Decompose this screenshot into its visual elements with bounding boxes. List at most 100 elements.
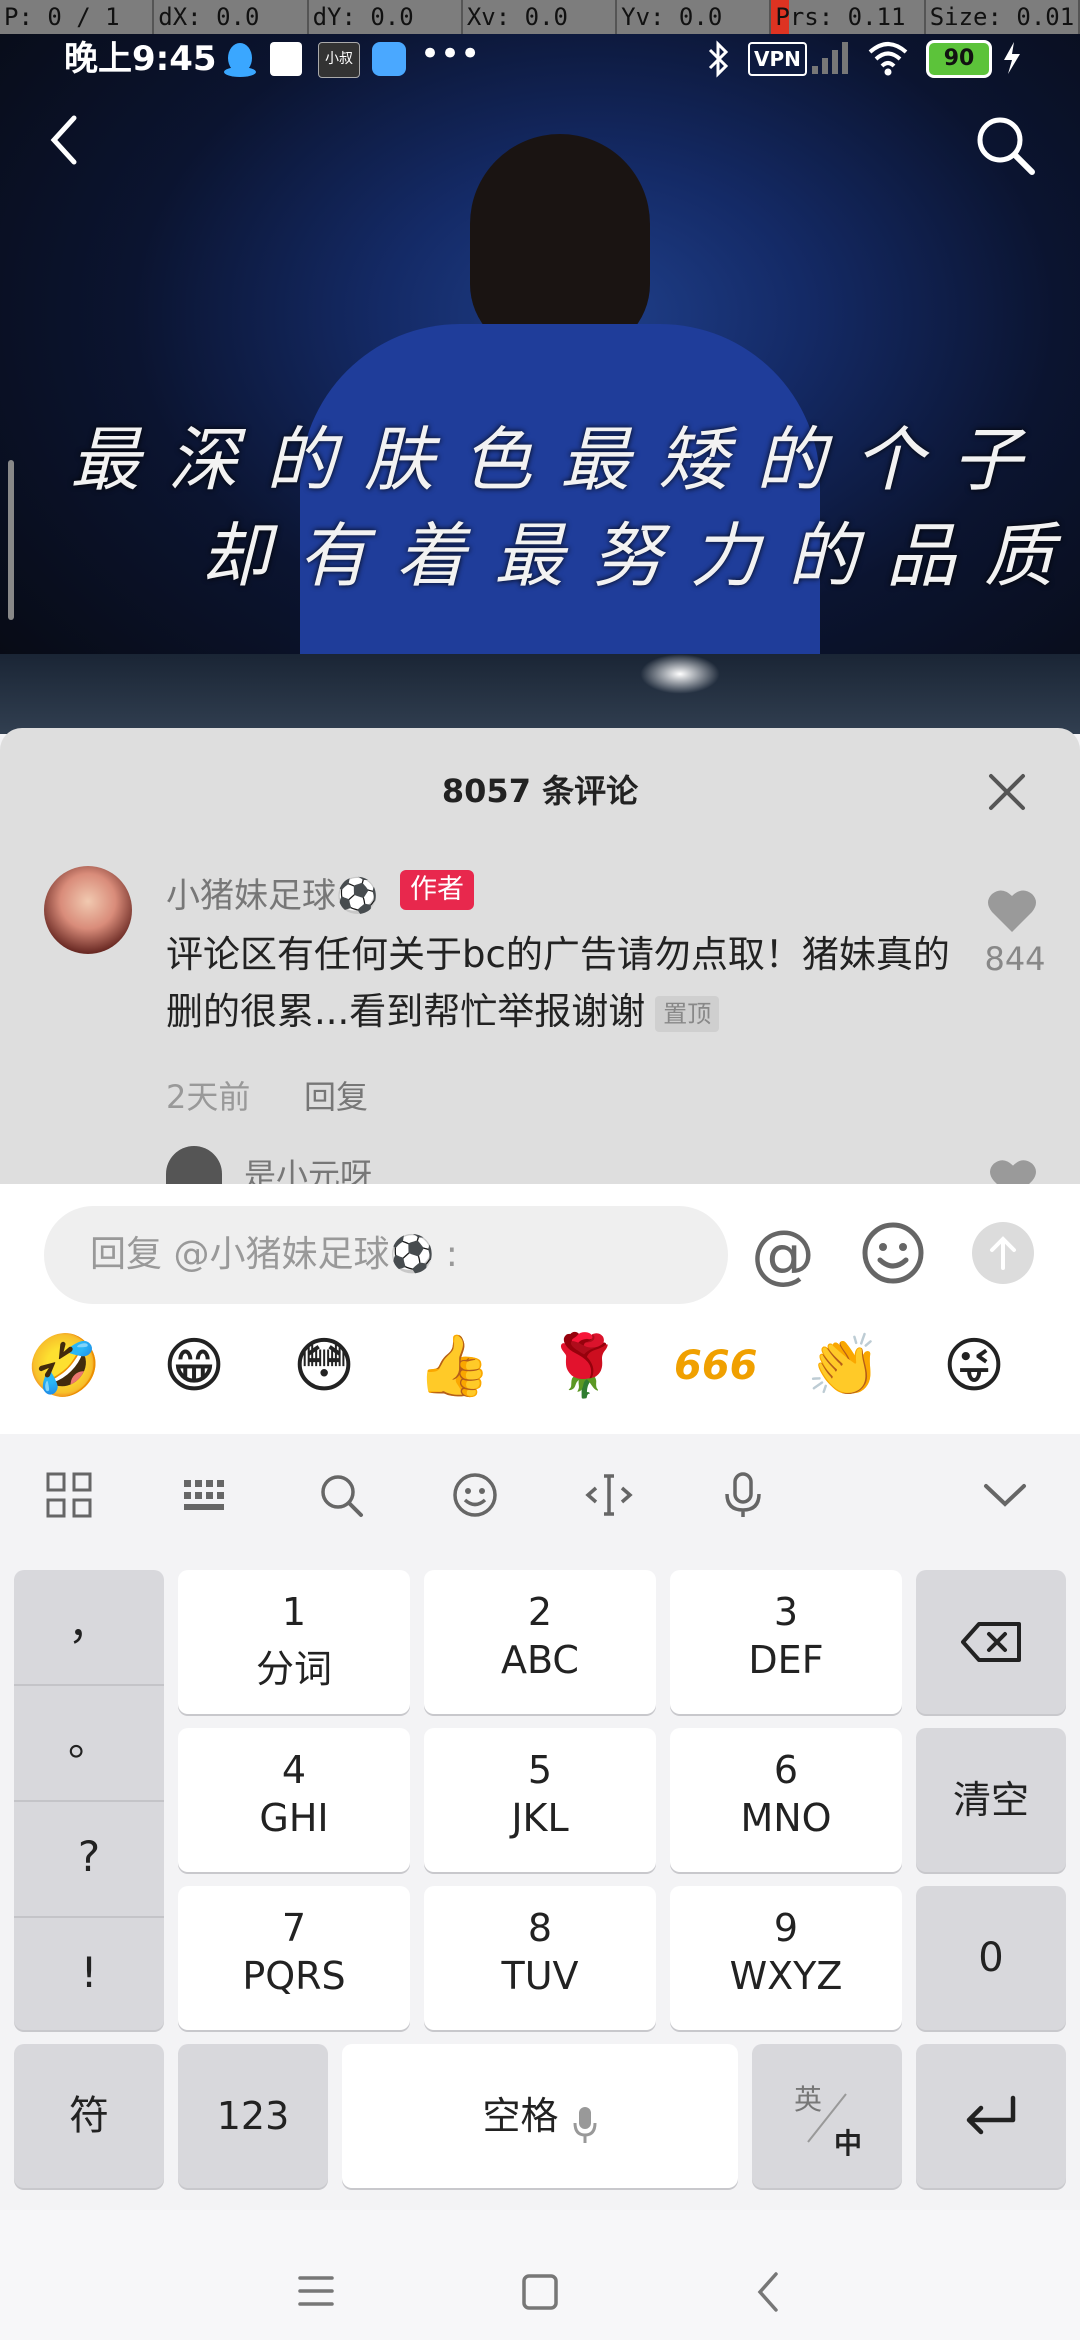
signal-icon [810, 40, 852, 76]
language-switch-key[interactable]: 英 中 [752, 2044, 902, 2188]
comment-body: 评论区有任何关于bc的广告请勿点取！猪妹真的删的很累...看到帮忙举报谢谢 [166, 933, 950, 1033]
battery-icon: 90 [926, 40, 992, 78]
debug-xv: Xv: 0.0 [463, 0, 618, 34]
video-player[interactable]: 最深的肤色最矮的个子 却有着最努力的品质 [0, 34, 1080, 734]
collapse-keyboard-button[interactable] [980, 1470, 1040, 1530]
emoji-rofl[interactable]: 🤣 [24, 1326, 104, 1406]
key-letters: GHI [259, 1796, 329, 1840]
charging-icon [1000, 40, 1024, 76]
key-3[interactable]: 3 DEF [670, 1570, 902, 1714]
search-button[interactable] [970, 110, 1040, 180]
video-caption-line-2: 却有着最努力的品质 [200, 515, 1080, 597]
send-button[interactable] [972, 1222, 1034, 1284]
smile-icon [862, 1222, 924, 1284]
avatar[interactable] [44, 866, 132, 954]
key-8[interactable]: 8 TUV [424, 1886, 656, 2030]
qq-icon [222, 40, 258, 78]
emoji-rose[interactable]: 🌹 [544, 1326, 624, 1406]
key-digit: 9 [773, 1906, 799, 1950]
search-icon [977, 117, 1035, 175]
key-0[interactable]: 0 [916, 1886, 1066, 2030]
punct-key-comma[interactable]: ， [14, 1570, 164, 1686]
nav-back-icon[interactable] [754, 2270, 784, 2314]
key-2[interactable]: 2 ABC [424, 1570, 656, 1714]
punct-key-period[interactable]: 。 [14, 1686, 164, 1802]
key-letters: DEF [748, 1638, 824, 1682]
chevron-left-icon [50, 115, 77, 165]
grid-menu-icon[interactable] [44, 1470, 104, 1530]
key-5[interactable]: 5 JKL [424, 1728, 656, 1872]
reply-button[interactable]: 回复 [304, 1072, 368, 1118]
key-letters: WXYZ [729, 1954, 843, 1998]
comment-username[interactable]: 是小元呀 [244, 1150, 372, 1188]
punct-key-question[interactable]: ? [14, 1802, 164, 1918]
key-1[interactable]: 1 分词 [178, 1570, 410, 1714]
key-digit: 2 [527, 1590, 553, 1634]
wifi-icon [866, 38, 910, 78]
debug-dy: dY: 0.0 [309, 0, 463, 34]
video-stadium-light [640, 654, 720, 694]
key-digit: 8 [527, 1906, 553, 1950]
key-letters: MNO [740, 1796, 832, 1840]
video-player-figure-head [470, 134, 650, 354]
comment-timestamp: 2天前 [166, 1078, 251, 1116]
video-caption-line-1: 最深的肤色最矮的个子 [70, 419, 1050, 501]
microphone-icon[interactable] [718, 1470, 778, 1530]
more-notifications-icon: ••• [420, 34, 481, 74]
emoji-thumbs-up[interactable]: 👍 [414, 1326, 494, 1406]
emoji-flushed[interactable]: 😳 [284, 1326, 364, 1406]
debug-pressure: Prs: 0.11 [771, 0, 926, 34]
smile-icon[interactable] [450, 1470, 510, 1530]
video-stadium-floor [0, 654, 1080, 734]
key-6[interactable]: 6 MNO [670, 1728, 902, 1872]
search-icon[interactable] [316, 1470, 376, 1530]
microphone-icon [573, 2106, 597, 2143]
space-key[interactable]: 空格 [342, 2044, 738, 2188]
app-icon-blue [372, 42, 406, 76]
comment-username[interactable]: 小猪妹足球⚽ [166, 868, 378, 917]
key-letters: JKL [511, 1796, 569, 1840]
close-icon [989, 774, 1025, 810]
emoji-button[interactable] [860, 1220, 926, 1286]
mention-button[interactable]: @ [748, 1220, 818, 1290]
author-badge: 作者 [400, 870, 474, 910]
status-time: 晚上9:45 [64, 39, 217, 79]
key-digit: 5 [527, 1748, 553, 1792]
emoji-clap[interactable]: 👏 [804, 1326, 884, 1406]
enter-icon [966, 2095, 1016, 2135]
enter-key[interactable] [916, 2044, 1066, 2188]
key-letters: 分词 [255, 1647, 332, 1691]
keyboard-toolbar [0, 1440, 1080, 1560]
keyboard-layout-icon[interactable] [180, 1470, 240, 1530]
status-bar: 晚上9:45 小叔 ••• VPN 90 [0, 34, 1080, 104]
space-key-label: 空格 [482, 2094, 559, 2138]
back-button[interactable] [40, 110, 90, 170]
close-comments-button[interactable] [985, 770, 1029, 814]
pointer-debug-bar: P: 0 / 1 dX: 0.0 dY: 0.0 Xv: 0.0 Yv: 0.0… [0, 0, 1080, 34]
mi-store-icon [270, 42, 302, 76]
debug-dx: dX: 0.0 [154, 0, 309, 34]
key-9[interactable]: 9 WXYZ [670, 1886, 902, 2030]
clear-key[interactable]: 清空 [916, 1728, 1066, 1872]
key-4[interactable]: 4 GHI [178, 1728, 410, 1872]
punctuation-list: ， 。 ? ! [14, 1570, 164, 2030]
emoji-wink-tongue[interactable]: 😜 [934, 1326, 1014, 1406]
key-digit: 3 [773, 1590, 799, 1634]
heart-icon [988, 890, 1036, 932]
cursor-move-icon[interactable] [584, 1470, 644, 1530]
like-button[interactable] [986, 886, 1038, 934]
punct-key-exclamation[interactable]: ! [14, 1918, 164, 2032]
emoji-666[interactable]: 666 [674, 1326, 758, 1406]
emoji-grin[interactable]: 😁 [154, 1326, 234, 1406]
comment-text[interactable]: 评论区有任何关于bc的广告请勿点取！猪妹真的删的很累...看到帮忙举报谢谢 置顶 [166, 926, 956, 1040]
symbols-key[interactable]: 符 [14, 2044, 164, 2188]
app-icon-xiaoshu: 小叔 [318, 42, 360, 78]
numbers-key[interactable]: 123 [178, 2044, 328, 2188]
home-icon[interactable] [520, 2272, 560, 2312]
reply-input[interactable]: 回复 @小猪妹足球⚽ : [44, 1206, 728, 1304]
lang-zh-label: 中 [834, 2127, 863, 2160]
menu-icon[interactable] [296, 2274, 336, 2308]
backspace-key[interactable] [916, 1570, 1066, 1714]
comments-count-title: 8057 条评论 [441, 772, 639, 810]
key-7[interactable]: 7 PQRS [178, 1886, 410, 2030]
